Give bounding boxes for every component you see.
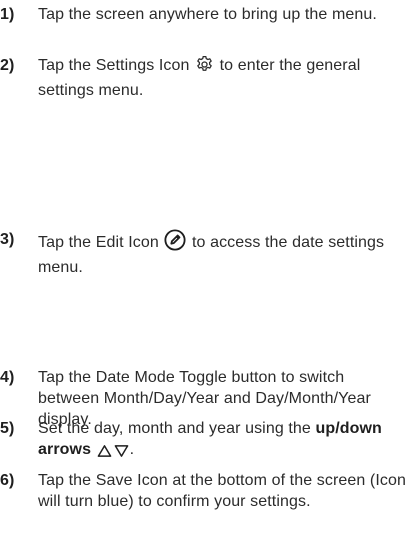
instruction-step-5: 5) Set the day, month and year using the… — [0, 418, 412, 464]
step-text-after: . — [129, 441, 135, 458]
down-triangle-icon — [114, 443, 129, 464]
instruction-step-3: 3) Tap the Edit Icon to access the date … — [0, 229, 412, 278]
step-text: Set the day, month and year using the up… — [38, 418, 412, 464]
step-number: 2) — [0, 57, 15, 74]
up-triangle-icon — [97, 443, 112, 464]
step-text: Tap the Settings Icon to enter the gener… — [38, 55, 412, 101]
gear-icon — [195, 55, 214, 80]
step-number: 3) — [0, 231, 15, 248]
step-text-before: Set the day, month and year using the — [38, 420, 311, 437]
step-number: 5) — [0, 420, 15, 437]
instruction-step-1: 1) Tap the screen anywhere to bring up t… — [0, 4, 412, 25]
step-text: Tap the screen anywhere to bring up the … — [38, 6, 377, 23]
step-text: Tap the Save Icon at the bottom of the s… — [38, 472, 406, 510]
pencil-circle-icon — [164, 229, 186, 257]
step-text: Tap the Edit Icon to access the date set… — [38, 229, 412, 278]
step-number: 6) — [0, 472, 15, 489]
step-number: 1) — [0, 6, 15, 23]
step-text-before: Tap the Settings Icon — [38, 57, 190, 74]
step-text-before: Tap the Edit Icon — [38, 234, 159, 251]
instruction-step-2: 2) Tap the Settings Icon to enter the ge… — [0, 55, 412, 101]
instruction-step-6: 6) Tap the Save Icon at the bottom of th… — [0, 470, 412, 512]
